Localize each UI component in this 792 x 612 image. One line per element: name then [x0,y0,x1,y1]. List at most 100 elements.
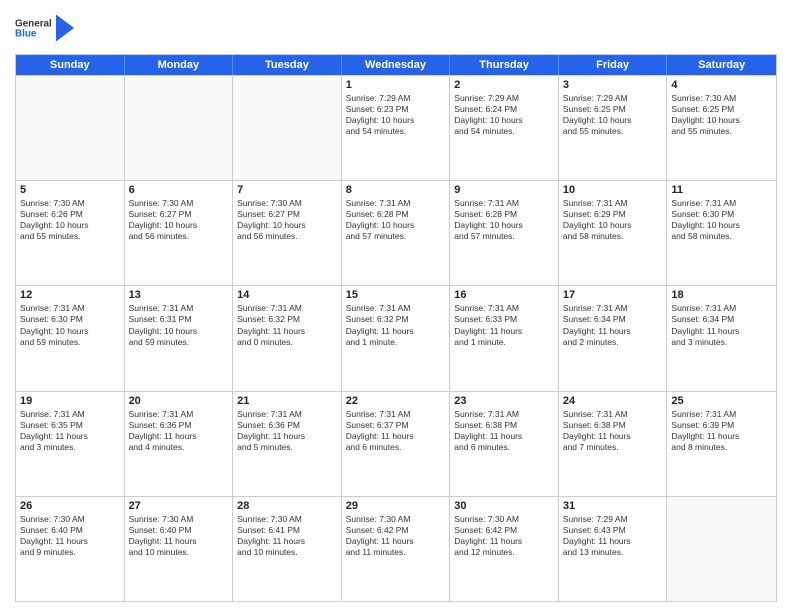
calendar-cell: 19 Sunrise: 7:31 AMSunset: 6:35 PMDayligh… [16,392,125,496]
calendar-cell: 30 Sunrise: 7:30 AMSunset: 6:42 PMDayligh… [450,497,559,601]
calendar-cell: 16 Sunrise: 7:31 AMSunset: 6:33 PMDayligh… [450,286,559,390]
header-day-friday: Friday [559,55,668,75]
day-number: 5 [20,184,120,196]
day-number: 12 [20,289,120,301]
cell-info: Sunrise: 7:29 AMSunset: 6:24 PMDaylight:… [454,93,554,137]
calendar-cell: 11Sunrise: 7:31 AMSunset: 6:30 PMDayligh… [667,181,776,285]
cell-info: Sunrise: 7:31 AMSunset: 6:31 PMDaylight:… [129,303,229,347]
cell-info: Sunrise: 7:31 AMSunset: 6:28 PMDaylight:… [346,198,446,242]
calendar-cell: 4 Sunrise: 7:30 AMSunset: 6:25 PMDaylight… [667,76,776,180]
calendar-cell: 14 Sunrise: 7:31 AMSunset: 6:32 PMDayligh… [233,286,342,390]
calendar-cell: 25Sunrise: 7:31 AMSunset: 6:39 PMDayligh… [667,392,776,496]
cell-info: Sunrise: 7:31 AMSunset: 6:38 PMDaylight:… [454,409,554,453]
cell-info: Sunrise: 7:31 AMSunset: 6:34 PMDaylight:… [671,303,772,347]
header-day-tuesday: Tuesday [233,55,342,75]
calendar-cell: 20 Sunrise: 7:31 AMSunset: 6:36 PMDayligh… [125,392,234,496]
cell-info: Sunrise: 7:30 AMSunset: 6:42 PMDaylight:… [454,514,554,558]
day-number: 14 [237,289,337,301]
calendar-week-2: 5 Sunrise: 7:30 AMSunset: 6:26 PMDaylight… [16,180,776,285]
cell-info: Sunrise: 7:31 AMSunset: 6:32 PMDaylight:… [346,303,446,347]
cell-info: Sunrise: 7:31 AMSunset: 6:29 PMDaylight:… [563,198,663,242]
cell-info: Sunrise: 7:29 AMSunset: 6:25 PMDaylight:… [563,93,663,137]
cell-info: Sunrise: 7:31 AMSunset: 6:37 PMDaylight:… [346,409,446,453]
calendar-cell: 12 Sunrise: 7:31 AMSunset: 6:30 PMDayligh… [16,286,125,390]
day-number: 8 [346,184,446,196]
calendar-cell: 6 Sunrise: 7:30 AMSunset: 6:27 PMDaylight… [125,181,234,285]
cell-info: Sunrise: 7:31 AMSunset: 6:30 PMDaylight:… [671,198,772,242]
logo: General Blue [15,10,75,46]
cell-info: Sunrise: 7:31 AMSunset: 6:36 PMDaylight:… [129,409,229,453]
day-number: 17 [563,289,663,301]
cell-info: Sunrise: 7:31 AMSunset: 6:30 PMDaylight:… [20,303,120,347]
calendar-week-1: 1 Sunrise: 7:29 AMSunset: 6:23 PMDaylight… [16,75,776,180]
cell-info: Sunrise: 7:30 AMSunset: 6:40 PMDaylight:… [20,514,120,558]
calendar-header: SundayMondayTuesdayWednesdayThursdayFrid… [16,55,776,75]
day-number: 6 [129,184,229,196]
cell-info: Sunrise: 7:30 AMSunset: 6:26 PMDaylight:… [20,198,120,242]
calendar-cell: 29 Sunrise: 7:30 AMSunset: 6:42 PMDayligh… [342,497,451,601]
calendar-week-4: 19 Sunrise: 7:31 AMSunset: 6:35 PMDayligh… [16,391,776,496]
cell-info: Sunrise: 7:31 AMSunset: 6:36 PMDaylight:… [237,409,337,453]
day-number: 22 [346,395,446,407]
day-number: 18 [671,289,772,301]
cell-info: Sunrise: 7:31 AMSunset: 6:34 PMDaylight:… [563,303,663,347]
calendar-cell: 2 Sunrise: 7:29 AMSunset: 6:24 PMDaylight… [450,76,559,180]
day-number: 16 [454,289,554,301]
cell-info: Sunrise: 7:30 AMSunset: 6:42 PMDaylight:… [346,514,446,558]
cell-info: Sunrise: 7:30 AMSunset: 6:25 PMDaylight:… [671,93,772,137]
cell-info: Sunrise: 7:31 AMSunset: 6:28 PMDaylight:… [454,198,554,242]
calendar-cell [16,76,125,180]
cell-info: Sunrise: 7:31 AMSunset: 6:39 PMDaylight:… [671,409,772,453]
calendar-cell: 22 Sunrise: 7:31 AMSunset: 6:37 PMDayligh… [342,392,451,496]
day-number: 20 [129,395,229,407]
day-number: 19 [20,395,120,407]
header-day-saturday: Saturday [667,55,776,75]
calendar-cell: 27Sunrise: 7:30 AMSunset: 6:40 PMDayligh… [125,497,234,601]
cell-info: Sunrise: 7:30 AMSunset: 6:40 PMDaylight:… [129,514,229,558]
day-number: 24 [563,395,663,407]
day-number: 26 [20,500,120,512]
day-number: 21 [237,395,337,407]
day-number: 30 [454,500,554,512]
calendar-cell: 9 Sunrise: 7:31 AMSunset: 6:28 PMDaylight… [450,181,559,285]
header-day-thursday: Thursday [450,55,559,75]
header: General Blue [15,10,777,46]
header-day-sunday: Sunday [16,55,125,75]
calendar-cell: 21 Sunrise: 7:31 AMSunset: 6:36 PMDayligh… [233,392,342,496]
calendar-cell: 10 Sunrise: 7:31 AMSunset: 6:29 PMDayligh… [559,181,668,285]
cell-info: Sunrise: 7:30 AMSunset: 6:27 PMDaylight:… [129,198,229,242]
header-day-wednesday: Wednesday [342,55,451,75]
cell-info: Sunrise: 7:31 AMSunset: 6:33 PMDaylight:… [454,303,554,347]
logo-svg: General Blue [15,10,51,46]
day-number: 2 [454,79,554,91]
cell-info: Sunrise: 7:31 AMSunset: 6:32 PMDaylight:… [237,303,337,347]
calendar-cell: 5 Sunrise: 7:30 AMSunset: 6:26 PMDaylight… [16,181,125,285]
day-number: 3 [563,79,663,91]
calendar-cell: 3 Sunrise: 7:29 AMSunset: 6:25 PMDaylight… [559,76,668,180]
cell-info: Sunrise: 7:29 AMSunset: 6:23 PMDaylight:… [346,93,446,137]
day-number: 1 [346,79,446,91]
cell-info: Sunrise: 7:31 AMSunset: 6:38 PMDaylight:… [563,409,663,453]
day-number: 13 [129,289,229,301]
calendar-cell: 31Sunrise: 7:29 AMSunset: 6:43 PMDayligh… [559,497,668,601]
day-number: 9 [454,184,554,196]
cell-info: Sunrise: 7:31 AMSunset: 6:35 PMDaylight:… [20,409,120,453]
calendar-week-3: 12 Sunrise: 7:31 AMSunset: 6:30 PMDayligh… [16,285,776,390]
cell-info: Sunrise: 7:30 AMSunset: 6:41 PMDaylight:… [237,514,337,558]
calendar: SundayMondayTuesdayWednesdayThursdayFrid… [15,54,777,602]
day-number: 29 [346,500,446,512]
calendar-cell: 23 Sunrise: 7:31 AMSunset: 6:38 PMDayligh… [450,392,559,496]
day-number: 10 [563,184,663,196]
cell-info: Sunrise: 7:29 AMSunset: 6:43 PMDaylight:… [563,514,663,558]
day-number: 7 [237,184,337,196]
calendar-cell: 15Sunrise: 7:31 AMSunset: 6:32 PMDayligh… [342,286,451,390]
calendar-cell: 8 Sunrise: 7:31 AMSunset: 6:28 PMDaylight… [342,181,451,285]
logo-arrow [55,10,75,46]
calendar-cell [233,76,342,180]
calendar-week-5: 26 Sunrise: 7:30 AMSunset: 6:40 PMDayligh… [16,496,776,601]
calendar-cell: 1 Sunrise: 7:29 AMSunset: 6:23 PMDaylight… [342,76,451,180]
calendar-cell: 18 Sunrise: 7:31 AMSunset: 6:34 PMDayligh… [667,286,776,390]
day-number: 4 [671,79,772,91]
calendar-cell: 7Sunrise: 7:30 AMSunset: 6:27 PMDaylight… [233,181,342,285]
day-number: 23 [454,395,554,407]
